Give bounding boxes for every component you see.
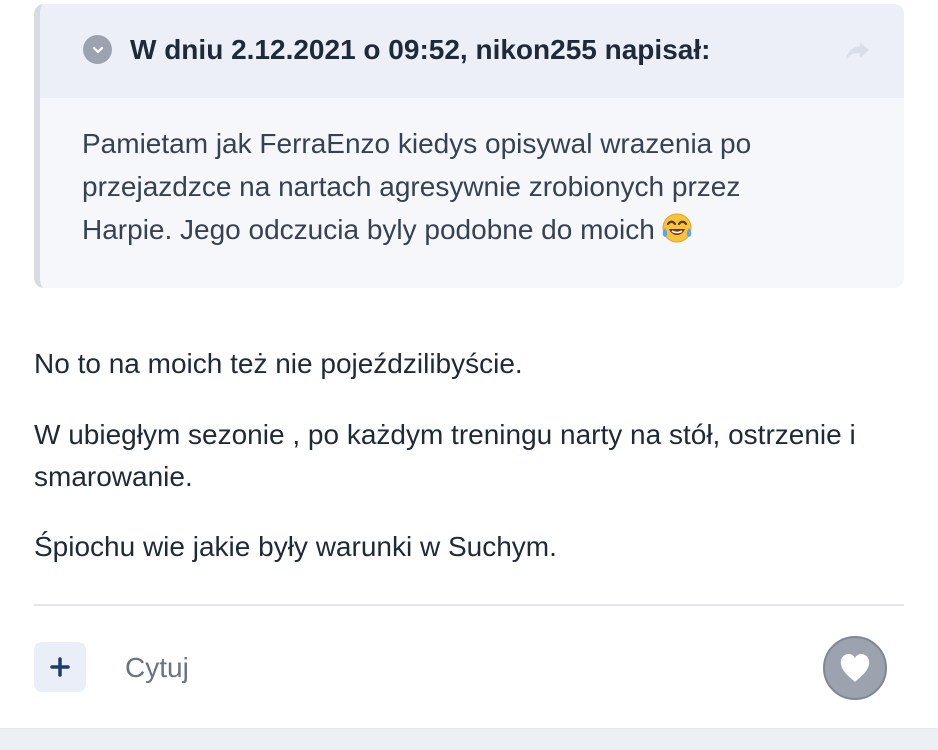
quote-body-text: Pamietam jak FerraEnzo kiedys opisywal w… xyxy=(82,122,782,251)
post-paragraph: Śpiochu wie jakie były warunki w Suchym. xyxy=(34,531,557,562)
forum-post: W dniu 2.12.2021 o 09:52, nikon255 napis… xyxy=(0,0,938,728)
chevron-down-icon xyxy=(92,46,103,53)
quote-body: Pamietam jak FerraEnzo kiedys opisywal w… xyxy=(82,128,752,245)
plus-icon xyxy=(50,657,70,677)
heart-icon xyxy=(840,654,870,682)
quote-header: W dniu 2.12.2021 o 09:52, nikon255 napis… xyxy=(40,4,904,98)
like-button[interactable] xyxy=(823,636,887,700)
quote-citation: W dniu 2.12.2021 o 09:52, nikon255 napis… xyxy=(130,34,711,65)
quote-button[interactable]: Cytuj xyxy=(125,651,189,685)
post-paragraph: W ubiegłym sezonie , po każdym treningu … xyxy=(34,419,856,492)
post-divider xyxy=(34,604,904,606)
quote-toggle-button[interactable] xyxy=(83,35,112,64)
post-paragraph: No to na moich też nie pojeździlibyście. xyxy=(34,348,523,379)
share-icon[interactable] xyxy=(842,35,874,67)
quoted-message: W dniu 2.12.2021 o 09:52, nikon255 napis… xyxy=(34,4,904,288)
face-with-tears-of-joy-icon xyxy=(662,213,692,243)
page-bottom-bar xyxy=(0,728,938,750)
add-reaction-button[interactable] xyxy=(34,642,86,692)
